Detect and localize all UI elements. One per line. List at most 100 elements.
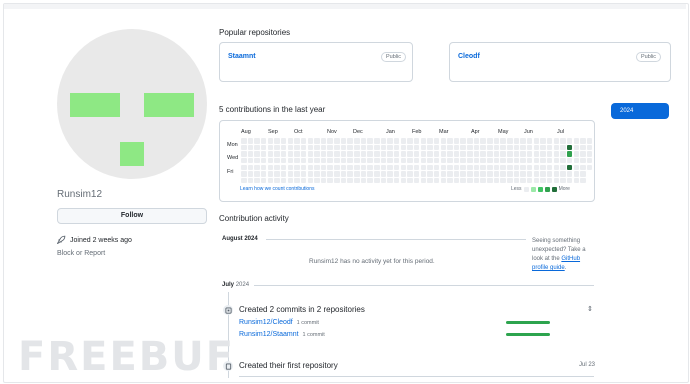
contribution-day-cell[interactable] (320, 171, 327, 177)
contribution-day-cell[interactable] (407, 171, 413, 177)
contribution-day-cell[interactable] (274, 171, 280, 177)
contribution-day-cell[interactable] (500, 157, 506, 164)
contribution-day-cell[interactable] (280, 164, 287, 171)
contribution-day-cell[interactable] (533, 164, 540, 171)
contribution-day-cell[interactable] (560, 164, 566, 171)
contribution-day-cell[interactable] (453, 138, 460, 144)
contribution-day-cell[interactable] (520, 138, 526, 144)
contribution-day-cell[interactable] (320, 164, 327, 171)
contribution-day-cell[interactable] (347, 151, 353, 157)
contribution-day-cell[interactable] (354, 151, 360, 157)
contribution-day-cell[interactable] (447, 151, 453, 157)
contribution-day-cell[interactable] (580, 157, 586, 164)
contribution-day-cell[interactable] (560, 138, 566, 144)
contribution-day-cell[interactable] (420, 157, 427, 164)
contribution-day-cell[interactable] (586, 151, 593, 157)
contribution-day-cell[interactable] (300, 138, 307, 144)
contribution-day-cell[interactable] (573, 171, 579, 177)
contribution-day-cell[interactable] (407, 164, 413, 171)
contribution-day-cell[interactable] (560, 157, 566, 164)
contribution-day-cell[interactable] (374, 138, 380, 144)
contribution-day-cell[interactable] (420, 164, 427, 171)
contribution-day-cell[interactable] (467, 157, 473, 164)
contribution-day-cell[interactable] (254, 177, 260, 184)
contribution-day-cell[interactable] (354, 157, 360, 164)
contribution-day-cell[interactable] (327, 171, 333, 177)
contribution-day-cell[interactable] (300, 177, 307, 184)
contribution-day-cell[interactable] (254, 144, 260, 151)
contribution-day-cell[interactable] (566, 177, 573, 184)
contribution-day-cell[interactable] (500, 177, 506, 184)
commit-count-link[interactable]: 1 commit (297, 320, 319, 326)
contribution-day-cell[interactable] (367, 138, 373, 144)
contribution-day-cell[interactable] (467, 151, 473, 157)
contribution-day-cell[interactable] (387, 171, 393, 177)
contribution-day-cell[interactable] (367, 157, 373, 164)
contribution-day-cell[interactable] (533, 177, 540, 184)
contribution-day-cell[interactable] (327, 144, 333, 151)
contribution-day-cell[interactable] (586, 164, 593, 171)
contribution-day-cell[interactable] (267, 144, 274, 151)
repo-link[interactable]: Cleodf (458, 53, 480, 60)
contribution-day-cell[interactable] (400, 171, 407, 177)
contribution-day-cell[interactable] (407, 157, 413, 164)
contribution-day-cell[interactable] (586, 144, 593, 151)
contribution-day-cell[interactable] (467, 138, 473, 144)
contribution-day-cell[interactable] (487, 157, 493, 164)
contribution-day-cell[interactable] (413, 138, 420, 144)
contribution-day-cell[interactable] (480, 171, 486, 177)
contribution-day-cell[interactable] (241, 144, 247, 151)
contribution-day-cell[interactable] (274, 151, 280, 157)
contribution-day-cell[interactable] (387, 138, 393, 144)
contribution-day-cell[interactable] (420, 171, 427, 177)
contribution-day-cell[interactable] (433, 157, 440, 164)
contribution-day-cell[interactable] (520, 144, 526, 151)
contribution-day-cell[interactable] (354, 138, 360, 144)
contribution-day-cell[interactable] (460, 157, 466, 164)
contribution-day-cell[interactable] (453, 151, 460, 157)
contribution-day-cell[interactable] (526, 164, 533, 171)
contribution-day-cell[interactable] (493, 144, 500, 151)
contribution-day-cell[interactable] (566, 151, 573, 157)
contribution-day-cell[interactable] (553, 177, 560, 184)
contribution-day-cell[interactable] (513, 144, 520, 151)
contribution-day-cell[interactable] (500, 171, 506, 177)
contribution-day-cell[interactable] (473, 177, 480, 184)
contribution-day-cell[interactable] (241, 177, 247, 184)
contribution-day-cell[interactable] (566, 164, 573, 171)
contribution-day-cell[interactable] (360, 171, 367, 177)
contribution-day-cell[interactable] (287, 164, 294, 171)
contribution-day-cell[interactable] (480, 151, 486, 157)
contribution-day-cell[interactable] (320, 144, 327, 151)
contribution-day-cell[interactable] (374, 157, 380, 164)
contribution-day-cell[interactable] (447, 164, 453, 171)
contribution-day-cell[interactable] (566, 157, 573, 164)
contribution-day-cell[interactable] (447, 171, 453, 177)
contribution-day-cell[interactable] (254, 164, 260, 171)
contribution-day-cell[interactable] (247, 177, 254, 184)
contribution-day-cell[interactable] (287, 144, 294, 151)
contribution-day-cell[interactable] (374, 144, 380, 151)
contribution-day-cell[interactable] (533, 138, 540, 144)
contribution-day-cell[interactable] (320, 177, 327, 184)
contribution-day-cell[interactable] (407, 138, 413, 144)
contribution-day-cell[interactable] (241, 164, 247, 171)
contribution-day-cell[interactable] (467, 144, 473, 151)
follow-button[interactable]: Follow (57, 208, 207, 224)
contribution-day-cell[interactable] (300, 171, 307, 177)
contribution-day-cell[interactable] (267, 171, 274, 177)
block-report-link[interactable]: Block or Report (57, 250, 105, 257)
contribution-day-cell[interactable] (480, 138, 486, 144)
contribution-day-cell[interactable] (560, 144, 566, 151)
contribution-day-cell[interactable] (513, 171, 520, 177)
contribution-day-cell[interactable] (520, 157, 526, 164)
contribution-day-cell[interactable] (387, 144, 393, 151)
contribution-day-cell[interactable] (507, 157, 513, 164)
contribution-day-cell[interactable] (480, 157, 486, 164)
contribution-day-cell[interactable] (573, 151, 579, 157)
contribution-day-cell[interactable] (294, 157, 300, 164)
contribution-day-cell[interactable] (580, 177, 586, 184)
contribution-day-cell[interactable] (280, 171, 287, 177)
contribution-day-cell[interactable] (254, 138, 260, 144)
contribution-day-cell[interactable] (340, 151, 347, 157)
